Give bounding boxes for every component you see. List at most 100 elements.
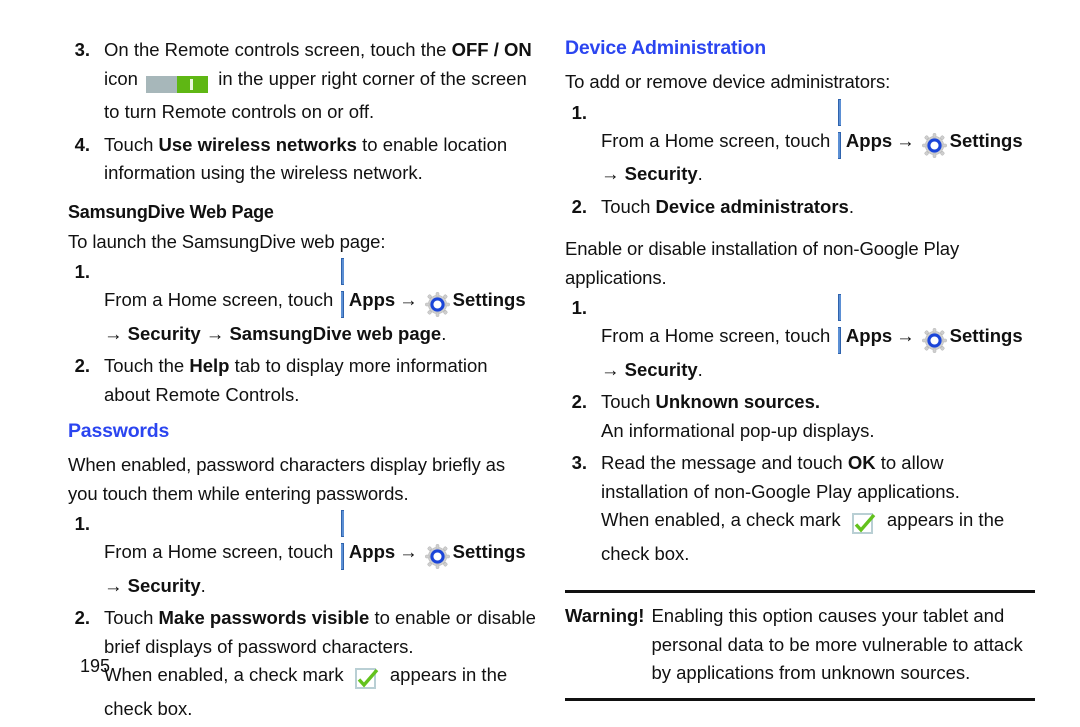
- step-text: From a Home screen, touch: [601, 129, 836, 151]
- apps-grid-icon: [341, 510, 346, 572]
- ui-label-apps: Apps: [845, 129, 893, 151]
- right-column: Device Administration To add or remove d…: [565, 34, 1035, 701]
- settings-gear-icon: [921, 327, 947, 356]
- ui-label-make-passwords-visible: Make passwords visible: [158, 607, 370, 628]
- step-text: On the Remote controls screen, touch the: [104, 39, 452, 60]
- settings-gear-icon: [921, 132, 947, 161]
- list-text: Touch Unknown sources. An informational p…: [601, 388, 1035, 445]
- step-text: Read the message and touch: [601, 452, 848, 473]
- arrow-glyph: →: [896, 129, 915, 151]
- step-text: .: [441, 322, 447, 344]
- ui-label-settings: Settings: [452, 289, 526, 310]
- green-checkmark-box-icon: [352, 666, 382, 695]
- section-heading-passwords: Passwords: [68, 420, 170, 442]
- section-intro: To launch the SamsungDive web page:: [68, 230, 386, 252]
- step-text: From a Home screen, touch: [601, 325, 836, 346]
- ui-label-settings: Settings: [949, 325, 1023, 346]
- ui-label-help: Help: [189, 355, 230, 376]
- step-text: icon: [104, 67, 144, 89]
- arrow-glyph: →: [399, 541, 418, 562]
- step-text: From a Home screen, touch: [104, 289, 339, 310]
- list-number: 3.: [571, 452, 587, 473]
- ui-label-device-administrators: Device administrators: [655, 195, 849, 217]
- ui-label-unknown-sources: Unknown sources.: [655, 391, 820, 412]
- list-number: 3.: [74, 39, 90, 60]
- list-item: 4. Touch Use wireless networks to enable…: [68, 131, 538, 188]
- warning-text: Enabling this option causes your tablet …: [651, 605, 1023, 683]
- list-item: 3. Read the message and touch OK to allo…: [565, 449, 1035, 568]
- list-number: 1.: [74, 261, 90, 282]
- ui-label-apps: Apps: [845, 325, 893, 346]
- manual-page: 3. On the Remote controls screen, touch …: [0, 0, 1080, 720]
- list-item: 3. On the Remote controls screen, touch …: [68, 36, 538, 127]
- list-item: 2. Touch Make passwords visible to enabl…: [68, 604, 538, 723]
- green-checkmark-box-icon: [849, 511, 879, 540]
- step-text: .: [697, 358, 703, 380]
- list-item: 1. From a Home screen, touch Apps → Settin…: [68, 510, 538, 600]
- list-number: 2.: [571, 391, 587, 412]
- ui-label-settings: Settings: [452, 541, 526, 562]
- toggle-switch-on-icon: [146, 70, 210, 99]
- section-heading-device-administration: Device Administration: [565, 37, 766, 59]
- list-text: Touch Device administrators.: [601, 193, 1035, 222]
- step-text: .: [697, 163, 703, 184]
- warning-label: Warning!: [565, 605, 645, 626]
- arrow-glyph: →: [104, 574, 123, 596]
- arrow-glyph: →: [896, 325, 915, 346]
- arrow-glyph: →: [601, 163, 620, 184]
- section-intro: When enabled, password characters displa…: [68, 454, 505, 504]
- left-column: 3. On the Remote controls screen, touch …: [68, 34, 538, 727]
- arrow-glyph: →: [601, 358, 620, 380]
- list-item: 2. Touch Unknown sources. An informationa…: [565, 388, 1035, 445]
- list-number: 2.: [571, 195, 587, 217]
- arrow-glyph: →: [205, 322, 225, 344]
- ui-label-settings: Settings: [949, 129, 1023, 151]
- step-text: Touch: [601, 195, 656, 217]
- ui-label-samsungdive-web-page: SamsungDive web page: [229, 322, 442, 344]
- ui-label-security: Security: [127, 322, 201, 344]
- list-item: 1. From a Home screen, touch Apps → Settin…: [565, 98, 1035, 189]
- apps-grid-icon: [838, 294, 843, 356]
- list-number: 1.: [571, 101, 587, 123]
- ui-label-use-wireless-networks: Use wireless networks: [158, 133, 357, 155]
- list-text: Touch the Help tab to display more infor…: [104, 352, 538, 409]
- ui-label-security: Security: [624, 163, 698, 184]
- list-number: 1.: [74, 513, 90, 534]
- step-text: From a Home screen, touch: [104, 541, 339, 562]
- list-text: From a Home screen, touch Apps → Settings →…: [601, 294, 1035, 384]
- step-subtext: An informational pop-up displays.: [601, 419, 875, 441]
- list-number: 4.: [74, 133, 90, 155]
- list-text: From a Home screen, touch Apps → Settings →…: [601, 98, 1035, 189]
- section-heading-samsungdive: SamsungDive Web Page: [68, 201, 274, 222]
- step-subtext: When enabled, a check mark: [601, 509, 846, 530]
- arrow-glyph: →: [399, 289, 418, 310]
- step-text: Touch: [104, 133, 159, 155]
- apps-grid-icon: [838, 98, 843, 161]
- warning-body: Warning! Enabling this option causes you…: [565, 593, 1035, 698]
- section-intro: Enable or disable installation of non-Go…: [565, 238, 960, 288]
- ui-label-security: Security: [127, 574, 201, 596]
- step-text: .: [200, 574, 206, 596]
- list-item: 1. From a Home screen, touch Apps → Settin…: [565, 294, 1035, 384]
- ui-label-apps: Apps: [348, 541, 396, 562]
- apps-grid-icon: [341, 258, 346, 320]
- ui-label-security: Security: [624, 358, 698, 380]
- list-item: 2. Touch Device administrators.: [565, 193, 1035, 222]
- divider-bottom: [565, 697, 1035, 701]
- step-text: .: [848, 195, 854, 217]
- list-number: 2.: [74, 355, 90, 376]
- list-text: Touch Make passwords visible to enable o…: [104, 604, 538, 723]
- list-text: Touch Use wireless networks to enable lo…: [104, 131, 538, 188]
- warning-block: Warning! Enabling this option causes you…: [565, 590, 1035, 701]
- section-intro: To add or remove device administrators:: [565, 71, 891, 92]
- ui-label-ok: OK: [847, 452, 876, 473]
- list-number: 2.: [74, 607, 90, 628]
- step-text: Touch: [601, 391, 656, 412]
- page-number: 195: [80, 656, 111, 676]
- list-item: 2. Touch the Help tab to display more in…: [68, 352, 538, 409]
- step-text: Touch the: [104, 355, 190, 376]
- arrow-glyph: →: [104, 322, 123, 344]
- step-text: Touch: [104, 607, 159, 628]
- list-number: 1.: [571, 297, 587, 318]
- step-subtext: When enabled, a check mark: [104, 664, 349, 685]
